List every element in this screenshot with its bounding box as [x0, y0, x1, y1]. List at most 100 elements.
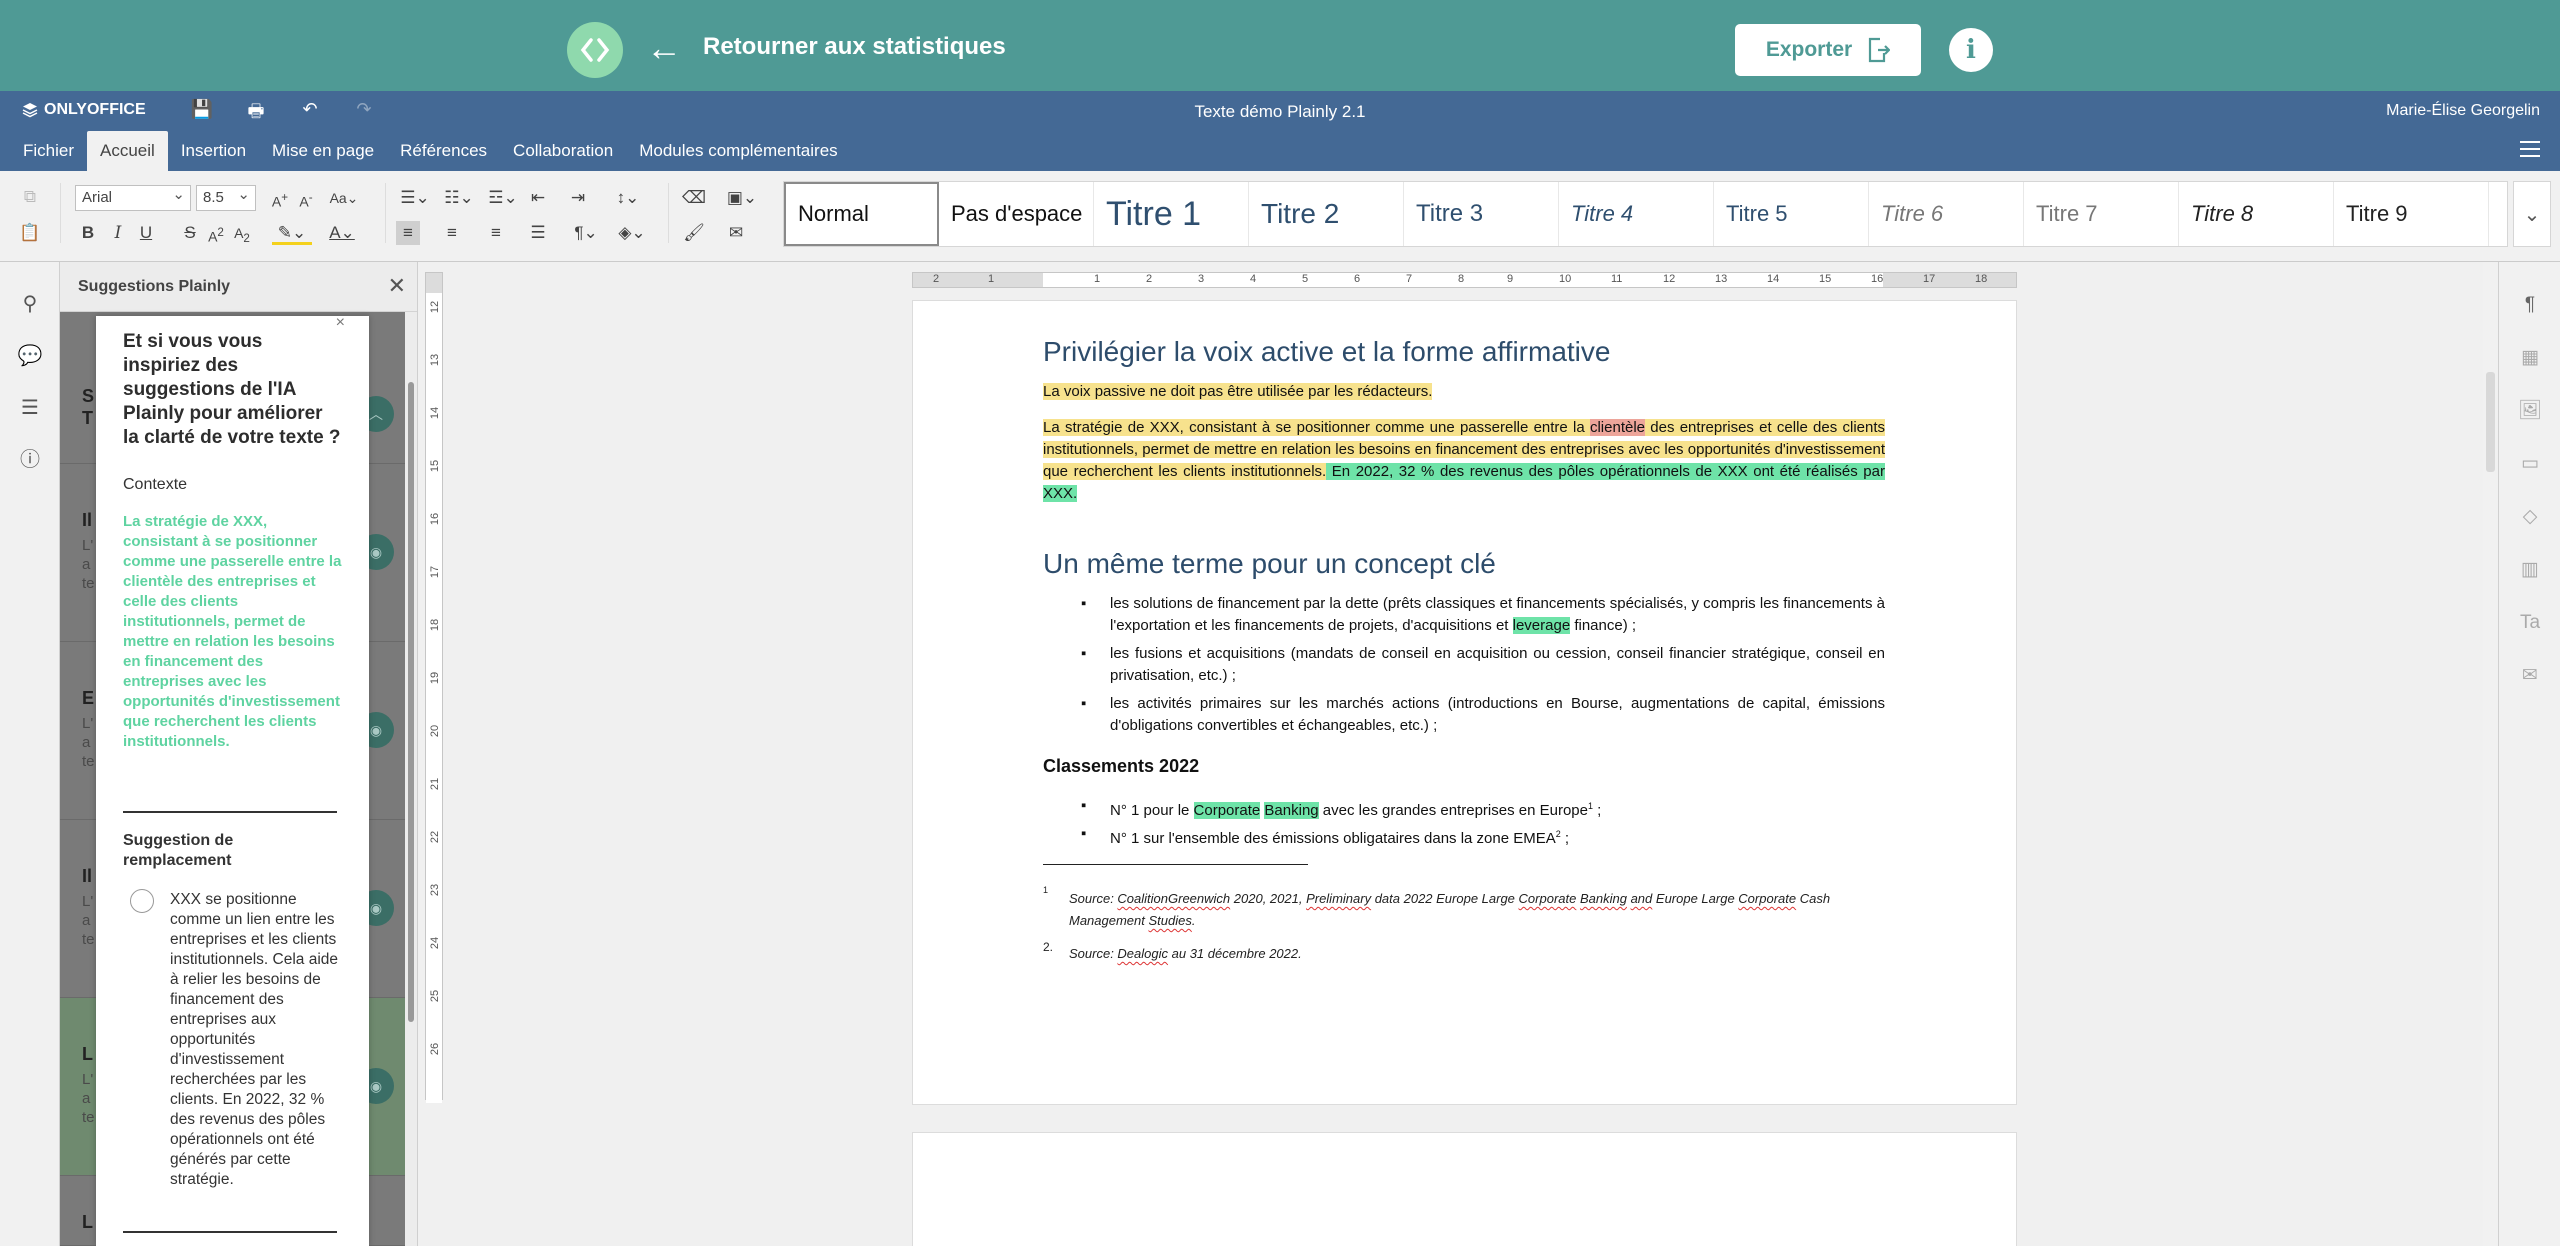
mail-merge-icon[interactable]: ✉: [724, 221, 748, 245]
font-size-select[interactable]: 8.5: [196, 185, 256, 211]
paragraph-settings-icon[interactable]: ¶: [2517, 292, 2543, 318]
style-heading-5[interactable]: Titre 5: [1714, 182, 1869, 246]
style-heading-8[interactable]: Titre 8: [2179, 182, 2334, 246]
footnote-1-number: 1: [1043, 885, 1049, 895]
list-item: ▪ les solutions de financement par la de…: [1081, 595, 1885, 634]
copy-icon[interactable]: ⧉: [18, 185, 42, 209]
numbering-icon[interactable]: ☷⌄: [440, 186, 478, 210]
borders-icon[interactable]: ▣⌄: [724, 186, 760, 210]
panel-scrollbar[interactable]: [408, 382, 414, 1022]
bold-icon[interactable]: B: [76, 221, 100, 245]
grow-font-icon[interactable]: A+: [268, 186, 292, 210]
mail-merge-settings-icon[interactable]: ✉: [2517, 663, 2543, 689]
line-spacing-icon[interactable]: ↕⌄: [608, 186, 648, 210]
tab-references[interactable]: Références: [387, 131, 500, 171]
highlight-icon[interactable]: ✎⌄: [272, 221, 312, 245]
footnote-separator: [1043, 864, 1308, 865]
multilevel-icon[interactable]: ☲⌄: [484, 186, 522, 210]
copy-style-icon[interactable]: 🖌: [682, 221, 706, 245]
list-item: ▪ N° 1 pour le Corporate Banking avec le…: [1081, 797, 1602, 819]
left-rail: ⚲ 💬 ☰ ⓘ: [0, 262, 60, 1246]
underline-icon[interactable]: U: [134, 221, 158, 245]
context-label: Contexte: [123, 476, 188, 493]
back-to-stats-link[interactable]: Retourner aux statistiques: [703, 33, 1006, 61]
replacement-label: Suggestion de remplacement: [123, 832, 234, 869]
list-item: ▪ N° 1 sur l'ensemble des émissions obli…: [1081, 825, 1570, 847]
flagged-word[interactable]: clientèle: [1589, 419, 1646, 436]
increase-indent-icon[interactable]: ⇥: [566, 186, 590, 210]
style-gallery: Normal Pas d'espace Titre 1 Titre 2 Titr…: [783, 181, 2508, 247]
font-color-icon[interactable]: A⌄: [322, 221, 362, 245]
paragraph-marks-icon[interactable]: ¶⌄: [566, 221, 606, 245]
tab-modules[interactable]: Modules complémentaires: [626, 131, 850, 171]
subscript-icon[interactable]: A2: [230, 221, 254, 245]
style-heading-9[interactable]: Titre 9: [2334, 182, 2489, 246]
replacement-radio[interactable]: [130, 889, 154, 913]
justify-icon[interactable]: ☰: [526, 221, 550, 245]
align-right-icon[interactable]: ≡: [484, 221, 508, 245]
comments-icon[interactable]: 💬: [16, 342, 44, 370]
heading-voix-active: Privilégier la voix active et la forme a…: [1043, 336, 1611, 367]
navigation-icon[interactable]: ☰: [16, 394, 44, 422]
close-icon[interactable]: ✕: [388, 273, 406, 299]
style-heading-6[interactable]: Titre 6: [1869, 182, 2024, 246]
shrink-font-icon[interactable]: A-: [294, 186, 318, 210]
chevron-down-icon[interactable]: ⌄: [2513, 181, 2551, 247]
ribbon-tabs: Fichier Accueil Insertion Mise en page R…: [10, 131, 851, 171]
export-button[interactable]: Exporter: [1735, 24, 1921, 76]
plainly-logo-icon[interactable]: [567, 22, 623, 78]
paragraph-1: La voix passive ne doit pas être utilisé…: [1043, 383, 1433, 400]
back-arrow-icon[interactable]: ←: [646, 26, 682, 70]
list-item: ▪ les fusions et acquisitions (mandats d…: [1081, 645, 1885, 684]
align-left-icon[interactable]: ≡: [396, 221, 420, 245]
document-page-2[interactable]: [912, 1132, 2017, 1246]
table-settings-icon[interactable]: ▦: [2517, 345, 2543, 371]
context-text: La stratégie de XXX, consistant à se pos…: [123, 513, 342, 750]
change-case-icon[interactable]: Aa⌄: [324, 186, 364, 210]
font-name-select[interactable]: Arial: [75, 185, 191, 211]
style-heading-3[interactable]: Titre 3: [1404, 182, 1559, 246]
document-scrollbar[interactable]: [2483, 262, 2498, 1246]
document-page[interactable]: Privilégier la voix active et la forme a…: [912, 300, 2017, 1105]
footnote-2-number: 2.: [1043, 940, 1054, 954]
textart-settings-icon[interactable]: Ta: [2517, 610, 2543, 636]
tab-fichier[interactable]: Fichier: [10, 131, 87, 171]
list-item: ▪ les activités primaires sur les marché…: [1081, 695, 1885, 734]
editor-header: ONLYOFFICE 💾 🖶 ↶ ↷ Texte démo Plainly 2.…: [0, 91, 2560, 171]
shape-settings-icon[interactable]: ◇: [2517, 504, 2543, 530]
paste-icon[interactable]: 📋: [18, 221, 42, 245]
clear-style-icon[interactable]: ⌫: [682, 186, 706, 210]
menu-icon[interactable]: [2520, 141, 2540, 157]
align-center-icon[interactable]: ≡: [440, 221, 464, 245]
panel-title: Suggestions Plainly: [78, 278, 231, 295]
strikethrough-icon[interactable]: S: [178, 221, 202, 245]
plainly-top-bar: ← Retourner aux statistiques Exporter i: [0, 0, 2560, 98]
header-footer-icon[interactable]: ▭: [2517, 451, 2543, 477]
image-settings-icon[interactable]: 🖼: [2517, 398, 2543, 424]
shading-icon[interactable]: ◈⌄: [612, 221, 652, 245]
user-name[interactable]: Marie-Élise Georgelin: [2386, 102, 2540, 120]
about-icon[interactable]: ⓘ: [16, 446, 44, 474]
export-icon: [1869, 37, 1891, 63]
style-heading-2[interactable]: Titre 2: [1249, 182, 1404, 246]
superscript-icon[interactable]: A2: [204, 221, 228, 245]
search-icon[interactable]: ⚲: [16, 290, 44, 318]
document-title: Texte démo Plainly 2.1: [1194, 102, 1366, 121]
style-heading-4[interactable]: Titre 4: [1559, 182, 1714, 246]
style-no-spacing[interactable]: Pas d'espace: [939, 182, 1094, 246]
heading-meme-terme: Un même terme pour un concept clé: [1043, 548, 1496, 579]
tab-accueil[interactable]: Accueil: [87, 131, 168, 171]
tab-insertion[interactable]: Insertion: [168, 131, 259, 171]
vertical-ruler: 12 13 14 15 16 17 18 19 20 21 22 23 24 2…: [425, 272, 443, 1103]
tab-collaboration[interactable]: Collaboration: [500, 131, 626, 171]
tab-mise-en-page[interactable]: Mise en page: [259, 131, 387, 171]
style-heading-1[interactable]: Titre 1: [1094, 182, 1249, 246]
style-heading-7[interactable]: Titre 7: [2024, 182, 2179, 246]
style-normal[interactable]: Normal: [784, 182, 939, 246]
chart-settings-icon[interactable]: ▥: [2517, 557, 2543, 583]
replacement-text[interactable]: XXX se positionne comme un lien entre le…: [170, 890, 345, 1190]
bullets-icon[interactable]: ☰⌄: [396, 186, 434, 210]
italic-icon[interactable]: I: [106, 221, 130, 245]
decrease-indent-icon[interactable]: ⇤: [526, 186, 550, 210]
info-button[interactable]: i: [1949, 28, 1993, 72]
